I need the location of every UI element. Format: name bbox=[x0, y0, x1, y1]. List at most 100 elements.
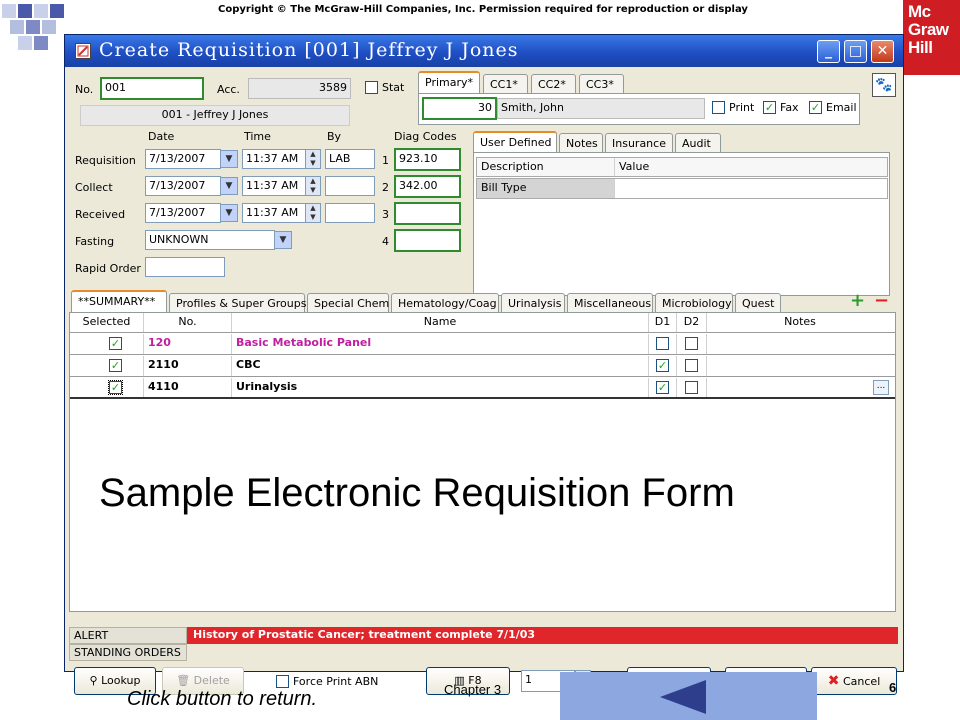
selected-checkbox[interactable]: ✓ bbox=[108, 380, 123, 395]
cancel-label: Cancel bbox=[842, 675, 881, 688]
minimize-button[interactable]: _ bbox=[817, 40, 840, 63]
date-dropdown-icon[interactable]: ▼ bbox=[220, 150, 238, 168]
diag-code-1[interactable]: 923.10 bbox=[394, 148, 461, 171]
test-grid-header: Selected No. Name D1 D2 Notes bbox=[70, 313, 895, 333]
stat-checkbox[interactable] bbox=[365, 81, 378, 94]
time-spinner[interactable]: ▲ ▼ bbox=[305, 203, 321, 223]
tab-hematology[interactable]: Hematology/Coag bbox=[391, 293, 499, 313]
selected-checkbox[interactable]: ✓ bbox=[109, 337, 122, 350]
decor-square bbox=[34, 4, 48, 18]
collect-by-field[interactable] bbox=[325, 176, 375, 196]
collect-date-field[interactable]: 7/13/2007 bbox=[145, 176, 221, 196]
requisition-by-field[interactable]: LAB bbox=[325, 149, 375, 169]
tab-profiles[interactable]: Profiles & Super Groups bbox=[169, 293, 306, 313]
received-date-field[interactable]: 7/13/2007 bbox=[145, 203, 221, 223]
remove-test-icon[interactable]: − bbox=[874, 292, 889, 310]
d1-checkbox[interactable]: ✓ bbox=[656, 359, 669, 372]
bill-type-label: Bill Type bbox=[477, 179, 615, 198]
collect-time-field[interactable]: 11:37 AM bbox=[242, 176, 306, 196]
description-column-header: Description bbox=[477, 158, 615, 176]
provider-code-field[interactable]: 30 bbox=[422, 97, 497, 120]
paw-icon[interactable]: 🐾 bbox=[872, 73, 896, 97]
date-dropdown-icon[interactable]: ▼ bbox=[220, 204, 238, 222]
table-row[interactable]: ✓ 2110 CBC ✓ bbox=[70, 356, 895, 377]
add-test-icon[interactable]: + bbox=[850, 292, 865, 310]
back-arrow-icon[interactable] bbox=[660, 680, 706, 714]
notes-edit-button[interactable]: ... bbox=[873, 380, 889, 395]
print-checkbox[interactable] bbox=[712, 101, 725, 114]
close-button[interactable]: ✕ bbox=[871, 40, 894, 63]
tab-quest[interactable]: Quest bbox=[735, 293, 781, 313]
user-defined-header: Description Value bbox=[476, 157, 888, 177]
tab-cc3[interactable]: CC3* bbox=[579, 74, 624, 94]
d1-checkbox[interactable]: ✓ bbox=[656, 381, 669, 394]
x-icon: ✖ bbox=[827, 673, 840, 689]
tab-cc2[interactable]: CC2* bbox=[531, 74, 576, 94]
title-bar[interactable]: Create Requisition [001] Jeffrey J Jones… bbox=[65, 35, 903, 67]
fasting-select[interactable]: UNKNOWN bbox=[145, 230, 275, 250]
diag-code-2[interactable]: 342.00 bbox=[394, 175, 461, 198]
test-number: 4110 bbox=[144, 378, 232, 397]
test-number: 120 bbox=[144, 334, 232, 354]
logo-line: Graw bbox=[908, 20, 949, 39]
d2-checkbox[interactable] bbox=[685, 381, 698, 394]
fasting-dropdown-icon[interactable]: ▼ bbox=[274, 231, 292, 249]
table-row[interactable]: ✓ 4110 Urinalysis ✓ ... bbox=[70, 378, 895, 399]
received-by-field[interactable] bbox=[325, 203, 375, 223]
fasting-label: Fasting bbox=[75, 235, 115, 248]
selected-cell: ✓ bbox=[70, 356, 144, 376]
by-column-header: By bbox=[327, 130, 342, 143]
fax-checkbox[interactable]: ✓ bbox=[763, 101, 776, 114]
requisition-date-field[interactable]: 7/13/2007 bbox=[145, 149, 221, 169]
bill-type-value[interactable] bbox=[615, 179, 887, 198]
table-row[interactable]: ✓ 120 Basic Metabolic Panel bbox=[70, 334, 895, 355]
requisition-time-field[interactable]: 11:37 AM bbox=[242, 149, 306, 169]
requisition-date-label: Requisition bbox=[75, 154, 136, 167]
cancel-button[interactable]: ✖ Cancel bbox=[811, 667, 897, 695]
bill-type-row[interactable]: Bill Type bbox=[476, 178, 888, 199]
tab-miscellaneous[interactable]: Miscellaneous bbox=[567, 293, 653, 313]
date-dropdown-icon[interactable]: ▼ bbox=[220, 177, 238, 195]
acc-label: Acc. bbox=[217, 83, 240, 96]
selected-checkbox[interactable]: ✓ bbox=[109, 359, 122, 372]
notes-cell[interactable] bbox=[707, 356, 893, 376]
email-checkbox[interactable]: ✓ bbox=[809, 101, 822, 114]
trash-icon: 🗑 bbox=[176, 674, 191, 687]
chapter-label: Chapter 3 bbox=[444, 682, 502, 697]
d2-checkbox[interactable] bbox=[685, 359, 698, 372]
d1-checkbox[interactable] bbox=[656, 337, 669, 350]
collect-date-label: Collect bbox=[75, 181, 113, 194]
alert-label: ALERT bbox=[69, 627, 187, 644]
received-time-field[interactable]: 11:37 AM bbox=[242, 203, 306, 223]
tab-summary[interactable]: **SUMMARY** bbox=[71, 290, 167, 312]
provider-name-field[interactable]: Smith, John bbox=[497, 98, 705, 119]
selected-cell: ✓ bbox=[70, 334, 144, 354]
tab-primary[interactable]: Primary* bbox=[418, 71, 480, 93]
diag-code-4[interactable] bbox=[394, 229, 461, 252]
tab-user-defined[interactable]: User Defined bbox=[473, 131, 557, 153]
received-date-label: Received bbox=[75, 208, 126, 221]
tab-urinalysis[interactable]: Urinalysis bbox=[501, 293, 565, 313]
d2-cell bbox=[677, 334, 707, 354]
maximize-button[interactable]: □ bbox=[844, 40, 867, 63]
rapid-order-field[interactable] bbox=[145, 257, 225, 277]
decor-square bbox=[2, 4, 16, 18]
tab-audit[interactable]: Audit bbox=[675, 133, 721, 153]
d1-cell bbox=[649, 334, 677, 354]
d2-cell bbox=[677, 356, 707, 376]
time-spinner[interactable]: ▲ ▼ bbox=[305, 149, 321, 169]
force-print-label: Force Print ABN bbox=[293, 675, 379, 688]
d2-checkbox[interactable] bbox=[685, 337, 698, 350]
account-field[interactable]: 3589 bbox=[248, 78, 351, 99]
time-spinner[interactable]: ▲ ▼ bbox=[305, 176, 321, 196]
test-grid-panel: Selected No. Name D1 D2 Notes ✓ 120 Basi… bbox=[69, 312, 896, 612]
requisition-number-field[interactable]: 001 bbox=[100, 77, 204, 100]
tab-notes[interactable]: Notes bbox=[559, 133, 603, 153]
tab-insurance[interactable]: Insurance bbox=[605, 133, 673, 153]
diag-code-3[interactable] bbox=[394, 202, 461, 225]
tab-cc1[interactable]: CC1* bbox=[483, 74, 528, 94]
tab-microbiology[interactable]: Microbiology bbox=[655, 293, 733, 313]
notes-cell[interactable] bbox=[707, 334, 893, 354]
force-print-checkbox[interactable] bbox=[276, 675, 289, 688]
tab-special-chem[interactable]: Special Chem bbox=[307, 293, 389, 313]
